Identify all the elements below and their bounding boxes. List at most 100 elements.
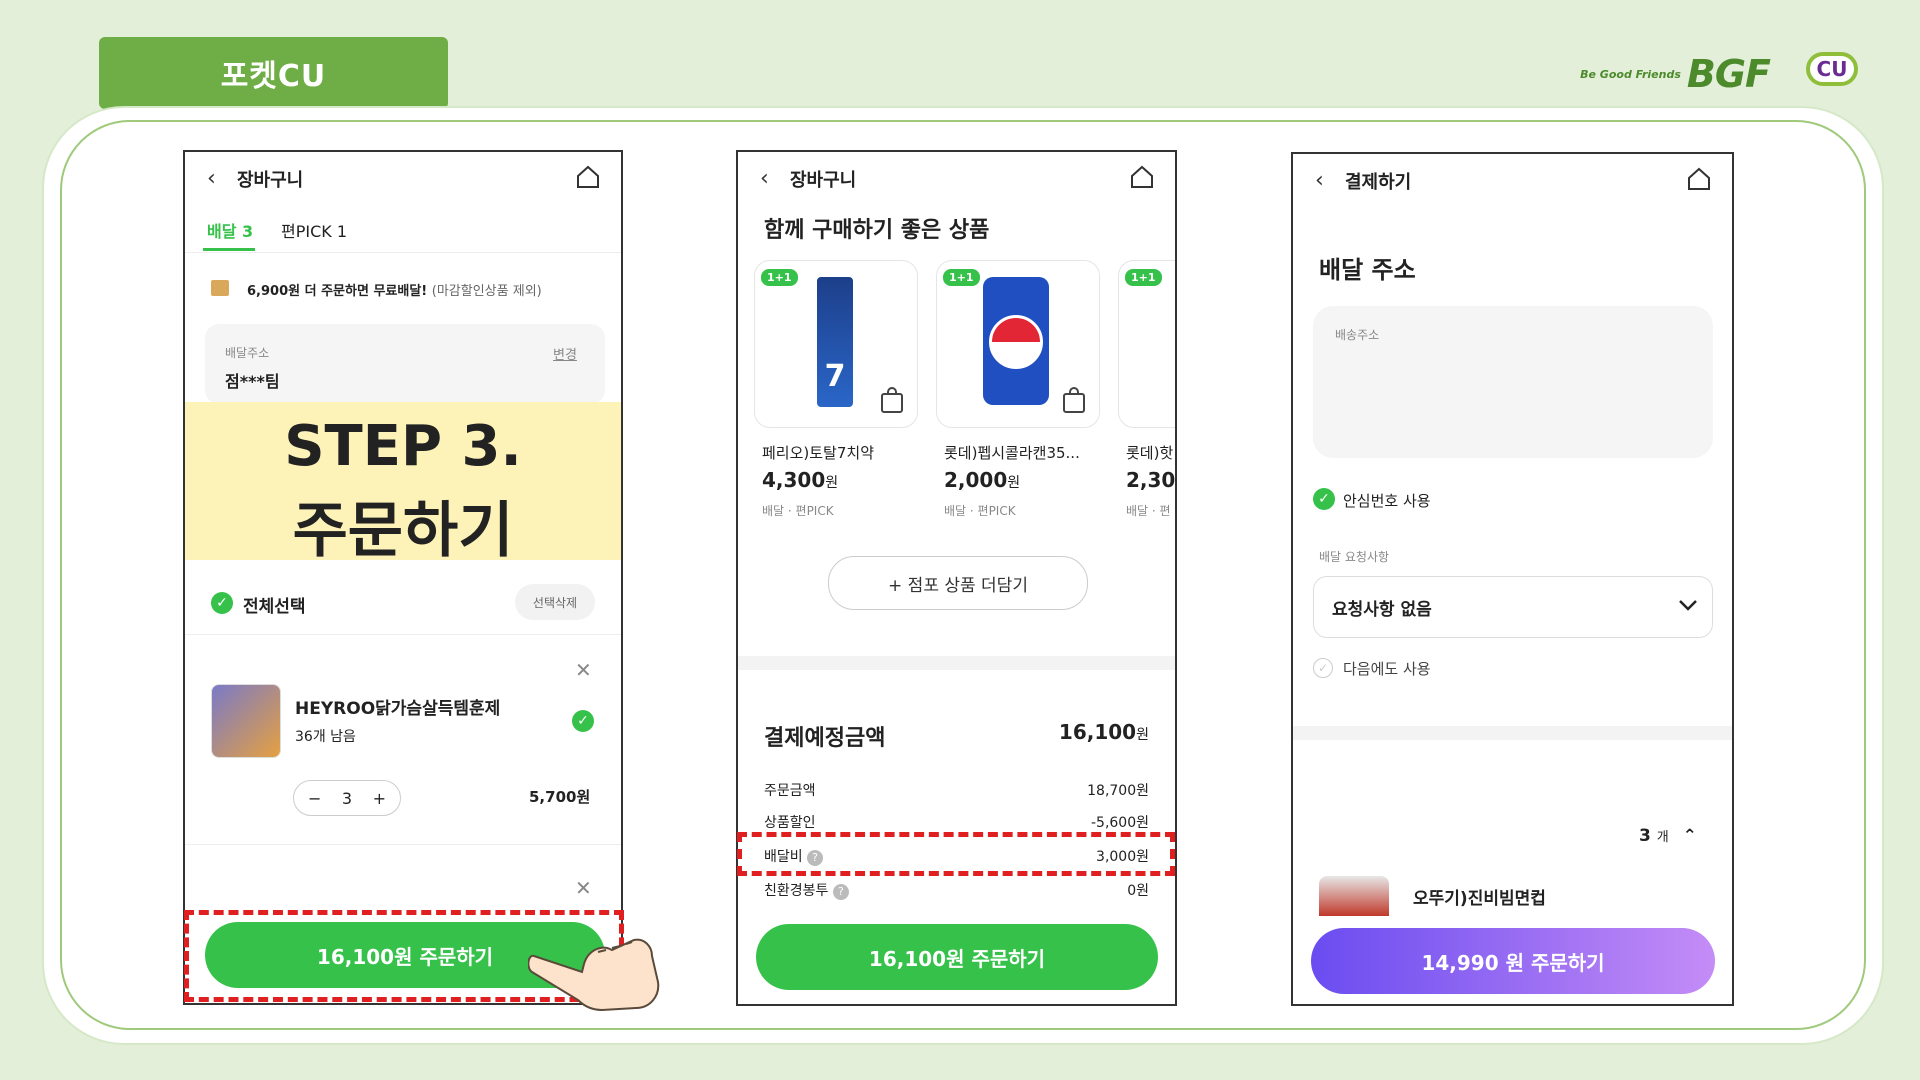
notice-text: 6,900원 더 주문하면 무료배달! <box>247 284 428 299</box>
total-unit: 원 <box>1136 727 1149 743</box>
request-value: 요청사항 없음 <box>1332 600 1432 620</box>
item-count[interactable]: 3 개 ⌃ <box>1639 826 1697 846</box>
pointing-hand-icon <box>528 938 660 1012</box>
quantity-value: 3 <box>341 788 353 808</box>
header-title: 장바구니 <box>790 170 857 191</box>
product-tag: 배달 · 편PICK <box>944 504 1016 518</box>
summary-label: 주문금액 <box>764 783 816 799</box>
divider <box>738 656 1175 670</box>
toothpaste-image: 7 <box>817 277 853 407</box>
request-label: 배달 요청사항 <box>1319 550 1390 564</box>
back-arrow-icon[interactable]: ‹ <box>760 166 769 191</box>
address-value: 점***팀 <box>225 372 280 391</box>
product-tag: 배달 · 편 <box>1126 504 1171 518</box>
header-title: 결제하기 <box>1345 172 1412 193</box>
product-card[interactable]: 1+1 <box>936 260 1100 428</box>
summary-value: -5,600원 <box>1090 815 1149 831</box>
summary-label: 상품할인 <box>764 815 816 831</box>
add-to-bag-icon[interactable] <box>1063 387 1085 413</box>
product-name: 롯데)펩시콜라캔35... <box>944 444 1080 462</box>
checkout-item-name: 오뚜기)진비빔면컵 <box>1413 889 1546 909</box>
section-title: 함께 구매하기 좋은 상품 <box>764 218 990 243</box>
free-delivery-notice: 6,900원 더 주문하면 무료배달! (마감할인상품 제외) <box>247 280 542 299</box>
product-tag: 배달 · 편PICK <box>762 504 834 518</box>
summary-value: 18,700원 <box>1087 783 1149 799</box>
cart-screen: ‹ 장바구니 배달 3 편PICK 1 6,900원 더 주문하면 무료배달! … <box>183 150 623 1005</box>
notice-sub: (마감할인상품 제외) <box>431 284 542 299</box>
safe-number-label: 안심번호 사용 <box>1343 492 1431 510</box>
badge: 1+1 <box>1125 269 1162 286</box>
price-value: 2,000 <box>944 468 1008 492</box>
help-icon[interactable]: ? <box>832 884 849 900</box>
back-arrow-icon[interactable]: ‹ <box>207 166 216 191</box>
product-name: 페리오)토탈7치약 <box>762 444 874 462</box>
use-next-check-icon[interactable]: ✓ <box>1313 658 1333 678</box>
back-arrow-icon[interactable]: ‹ <box>1315 168 1324 193</box>
minus-icon[interactable]: − <box>308 789 321 808</box>
badge: 1+1 <box>761 269 798 286</box>
divider <box>185 252 621 253</box>
add-more-button[interactable]: + 점포 상품 더담기 <box>828 556 1088 610</box>
product-card[interactable]: 1+1 <box>1118 260 1175 428</box>
bgf-wordmark: BGF <box>1686 52 1771 96</box>
header: ‹ 장바구니 <box>738 152 1175 202</box>
bgf-logo: Be Good Friends BGF <box>1580 52 1771 96</box>
quantity-stepper[interactable]: − 3 + <box>293 780 401 816</box>
price-value: 2,30 <box>1126 468 1176 492</box>
count-value: 3 <box>1639 826 1651 846</box>
cart-item-stock: 36개 남음 <box>295 729 356 745</box>
product-thumbnail <box>1319 876 1389 916</box>
count-unit: 개 <box>1656 830 1669 845</box>
use-next-label: 다음에도 사용 <box>1343 660 1431 678</box>
order-button[interactable]: 14,990 원 주문하기 <box>1311 928 1715 994</box>
eco-bag-label: 친환경봉투 <box>764 883 829 899</box>
cu-logo: CU <box>1806 52 1858 86</box>
header: ‹ 장바구니 <box>185 152 621 202</box>
box-icon <box>211 280 229 296</box>
home-icon[interactable] <box>575 164 601 190</box>
home-icon[interactable] <box>1686 166 1712 192</box>
checkout-screen: ‹ 결제하기 배달 주소 배송주소 ✓ 안심번호 사용 배달 요청사항 요청사항… <box>1291 152 1734 1006</box>
remove-item-icon[interactable]: ✕ <box>575 876 592 900</box>
product-price: 2,30 <box>1126 468 1175 492</box>
select-all-check-icon[interactable]: ✓ <box>211 592 233 614</box>
step-title: STEP 3. <box>284 414 522 479</box>
price-value: 4,300 <box>762 468 826 492</box>
safe-number-check-icon[interactable]: ✓ <box>1313 488 1335 510</box>
cart-item-price: 5,700원 <box>529 788 591 806</box>
section-title: 배달 주소 <box>1319 256 1416 284</box>
divider <box>1293 726 1732 740</box>
add-to-bag-icon[interactable] <box>881 387 903 413</box>
home-icon[interactable] <box>1129 164 1155 190</box>
product-price: 4,300원 <box>762 468 838 492</box>
chevron-down-icon <box>1679 600 1697 611</box>
page-title: 포켓CU <box>99 37 448 109</box>
bgf-tagline: Be Good Friends <box>1580 67 1681 81</box>
delete-selected-button[interactable]: 선택삭제 <box>515 584 595 620</box>
plus-icon[interactable]: + <box>373 789 386 808</box>
item-check-icon[interactable]: ✓ <box>572 710 594 732</box>
address-box <box>205 324 605 404</box>
product-price: 2,000원 <box>944 468 1020 492</box>
tab-delivery[interactable]: 배달 3 <box>207 218 253 242</box>
address-change-link[interactable]: 변경 <box>553 344 577 363</box>
chevron-up-icon: ⌃ <box>1682 826 1697 846</box>
header: ‹ 결제하기 <box>1293 154 1732 204</box>
cart-item-name: HEYROO닭가슴살득템훈제 <box>295 699 501 719</box>
cart-recommend-screen: ‹ 장바구니 함께 구매하기 좋은 상품 1+1 7 1+1 1+1 페리오)토… <box>736 150 1177 1006</box>
total-value: 16,100원 <box>1059 720 1149 744</box>
select-all-label[interactable]: 전체선택 <box>243 592 306 617</box>
total-amount: 16,100 <box>1058 720 1137 744</box>
remove-item-icon[interactable]: ✕ <box>575 658 592 682</box>
product-name: 롯데)핫 <box>1126 444 1174 462</box>
request-select[interactable]: 요청사항 없음 <box>1313 576 1713 638</box>
header-title: 장바구니 <box>237 170 304 191</box>
product-card[interactable]: 1+1 7 <box>754 260 918 428</box>
address-placeholder: 배송주소 <box>1335 328 1380 342</box>
tab-pick[interactable]: 편PICK 1 <box>281 218 347 242</box>
price-unit: 원 <box>1007 475 1021 491</box>
order-button[interactable]: 16,100원 주문하기 <box>756 924 1158 990</box>
pepsi-logo-icon <box>989 315 1043 369</box>
highlight-delivery-fee <box>737 832 1175 876</box>
divider <box>185 634 621 635</box>
